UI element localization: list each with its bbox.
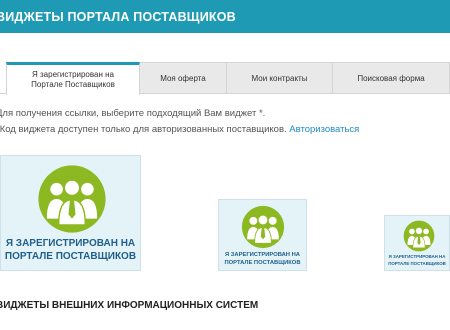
tab-registered-label-line1: Я зарегистрирован на <box>32 70 114 79</box>
info-text-auth-label: *Код виджета доступен только для авториз… <box>0 124 287 135</box>
login-link[interactable]: Авторизоваться <box>289 124 359 135</box>
tab-my-offer-label: Моя оферта <box>160 73 206 83</box>
people-icon <box>37 164 107 234</box>
widget-medium[interactable]: Я ЗАРЕГИСТРИРОВАН НА ПОРТАЛЕ ПОСТАВЩИКОВ <box>218 199 307 271</box>
tab-my-offer[interactable]: Моя оферта <box>139 62 227 94</box>
widget-small[interactable]: Я ЗАРЕГИСТРИРОВАН НА ПОРТАЛЕ ПОСТАВЩИКОВ <box>384 215 450 271</box>
widget-medium-line2: ПОРТАЛЕ ПОСТАВЩИКОВ <box>224 260 301 266</box>
widget-tabs: Я зарегистрирован на Портале Поставщиков… <box>0 62 450 95</box>
tab-registered[interactable]: Я зарегистрирован на Портале Поставщиков <box>6 62 140 95</box>
page-title: ВИДЖЕТЫ ПОРТАЛА ПОСТАВЩИКОВ <box>0 10 236 24</box>
widget-large[interactable]: Я ЗАРЕГИСТРИРОВАН НА ПОРТАЛЕ ПОСТАВЩИКОВ <box>0 155 141 271</box>
widget-large-line2: ПОРТАЛЕ ПОСТАВЩИКОВ <box>4 251 137 262</box>
widget-large-line1: Я ЗАРЕГИСТРИРОВАН НА <box>5 238 136 249</box>
info-text-select: Для получения ссылки, выберите подходящи… <box>0 108 266 119</box>
widget-small-line2: ПОРТАЛЕ ПОСТАВЩИКОВ <box>388 261 446 266</box>
people-icon <box>403 220 435 252</box>
tab-search-form[interactable]: Поисковая форма <box>332 62 450 94</box>
tab-registered-label-line2: Портале Поставщиков <box>31 80 115 89</box>
info-text-auth: *Код виджета доступен только для авториз… <box>0 124 359 135</box>
external-widgets-title: ВИДЖЕТЫ ВНЕШНИХ ИНФОРМАЦИОННЫХ СИСТЕМ <box>0 300 259 311</box>
tab-my-contracts[interactable]: Мои контракты <box>226 62 333 94</box>
header-bar: ВИДЖЕТЫ ПОРТАЛА ПОСТАВЩИКОВ <box>0 0 450 33</box>
people-icon <box>241 205 285 249</box>
tab-registered-label: Я зарегистрирован на Портале Поставщиков <box>31 70 115 90</box>
widget-small-line1: Я ЗАРЕГИСТРИРОВАН НА <box>388 254 446 259</box>
widget-medium-line1: Я ЗАРЕГИСТРИРОВАН НА <box>225 252 300 258</box>
tab-my-contracts-label: Мои контракты <box>251 73 308 83</box>
tab-search-form-label: Поисковая форма <box>357 73 425 83</box>
